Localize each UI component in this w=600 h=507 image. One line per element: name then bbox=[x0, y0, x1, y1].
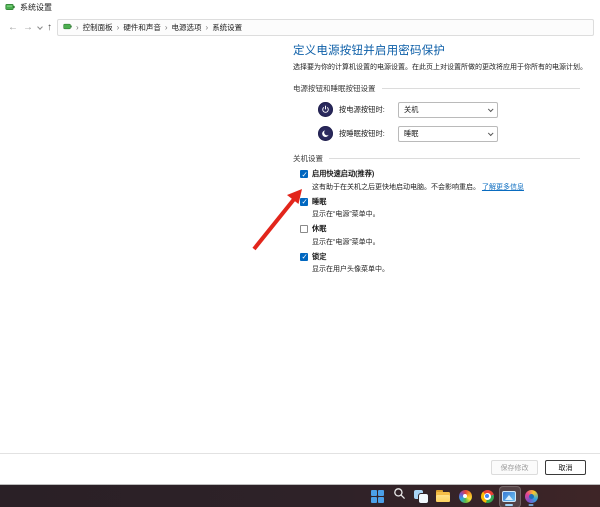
breadcrumb-control-panel[interactable]: 控制面板 bbox=[83, 22, 113, 33]
power-button-label: 按电源按钮时: bbox=[339, 105, 395, 115]
hibernate-description: 显示在“电源”菜单中。 bbox=[293, 237, 580, 247]
sleep-item: 睡眠 显示在“电源”菜单中。 bbox=[293, 197, 580, 220]
power-button-row: 按电源按钮时: 关机 bbox=[293, 101, 580, 118]
breadcrumb-separator: › bbox=[164, 23, 169, 32]
page-subtitle: 选择要为你的计算机设置的电源设置。在此页上对设置所做的更改将应用于你所有的电源计… bbox=[293, 62, 580, 72]
power-button-action-select[interactable]: 关机 bbox=[398, 102, 498, 118]
fast-startup-label[interactable]: 启用快速启动(推荐) bbox=[312, 169, 374, 179]
address-bar[interactable]: › 控制面板 › 硬件和声音 › 电源选项 › 系统设置 bbox=[57, 19, 594, 36]
running-app-indicator bbox=[529, 504, 534, 506]
breadcrumb-system-settings[interactable]: 系统设置 bbox=[212, 22, 242, 33]
breadcrumb-power-options[interactable]: 电源选项 bbox=[172, 22, 202, 33]
sleep-description: 显示在“电源”菜单中。 bbox=[293, 209, 580, 219]
window-title: 系统设置 bbox=[20, 2, 52, 13]
paint-icon[interactable] bbox=[520, 485, 542, 507]
hibernate-label[interactable]: 休眠 bbox=[312, 224, 326, 234]
page-title: 定义电源按钮并启用密码保护 bbox=[293, 42, 580, 58]
chrome-icon[interactable] bbox=[476, 485, 498, 507]
power-options-icon bbox=[5, 0, 15, 17]
power-button-icon bbox=[318, 102, 333, 117]
fast-startup-item: 启用快速启动(推荐) 这有助于在关机之后更快地启动电脑。不会影响重启。 了解更多… bbox=[293, 169, 580, 192]
search-icon[interactable] bbox=[388, 485, 410, 507]
lock-item: 锁定 显示在用户头像菜单中。 bbox=[293, 252, 580, 275]
back-icon[interactable]: ← bbox=[8, 23, 18, 33]
cancel-button[interactable]: 取消 bbox=[545, 460, 586, 475]
selected-value: 关机 bbox=[404, 105, 418, 115]
active-app-indicator bbox=[505, 504, 513, 506]
sleep-checkbox[interactable] bbox=[300, 198, 308, 206]
navigation-bar: ← → ↑ › 控制面板 › 硬件和声音 › 电源选项 › 系统设置 bbox=[0, 15, 600, 40]
task-view-icon[interactable] bbox=[410, 485, 432, 507]
start-icon[interactable] bbox=[366, 485, 388, 507]
chevron-down-icon bbox=[488, 130, 494, 136]
system-settings-window: 系统设置 ← → ↑ › 控制面板 › 硬件和声音 › 电源选项 › 系统设置 bbox=[0, 0, 600, 485]
forward-icon[interactable]: → bbox=[23, 23, 33, 33]
sleep-button-icon bbox=[318, 126, 333, 141]
power-options-icon bbox=[63, 22, 72, 33]
section-divider bbox=[329, 158, 580, 159]
fast-startup-description: 这有助于在关机之后更快地启动电脑。不会影响重启。 了解更多信息 bbox=[293, 182, 580, 192]
section-title: 电源按钮和睡眠按钮设置 bbox=[293, 83, 376, 94]
file-explorer-icon[interactable] bbox=[432, 485, 454, 507]
footer-divider bbox=[0, 453, 600, 454]
chevron-down-icon bbox=[488, 106, 494, 112]
section-shutdown-settings: 关机设置 bbox=[293, 153, 580, 164]
window-titlebar: 系统设置 bbox=[0, 0, 600, 15]
breadcrumb-separator: › bbox=[75, 23, 80, 32]
main-content: 定义电源按钮并启用密码保护 选择要为你的计算机设置的电源设置。在此页上对设置所做… bbox=[293, 42, 580, 274]
hibernate-item: 休眠 显示在“电源”菜单中。 bbox=[293, 224, 580, 247]
section-title: 关机设置 bbox=[293, 153, 323, 164]
learn-more-link[interactable]: 了解更多信息 bbox=[482, 184, 524, 191]
section-power-sleep-buttons: 电源按钮和睡眠按钮设置 bbox=[293, 83, 580, 94]
hibernate-checkbox[interactable] bbox=[300, 225, 308, 233]
taskbar-icons bbox=[366, 485, 542, 507]
save-changes-button[interactable]: 保存修改 bbox=[491, 460, 538, 475]
photos-icon[interactable] bbox=[454, 485, 476, 507]
screenshot-root: 系统设置 ← → ↑ › 控制面板 › 硬件和声音 › 电源选项 › 系统设置 bbox=[0, 0, 600, 507]
sleep-button-action-select[interactable]: 睡眠 bbox=[398, 126, 498, 142]
sleep-button-row: 按睡眠按钮时: 睡眠 bbox=[293, 125, 580, 142]
breadcrumb-separator: › bbox=[116, 23, 121, 32]
fast-startup-checkbox[interactable] bbox=[300, 170, 308, 178]
section-divider bbox=[382, 88, 581, 89]
sleep-button-label: 按睡眠按钮时: bbox=[339, 129, 395, 139]
image-viewer-icon[interactable] bbox=[498, 485, 520, 507]
lock-label[interactable]: 锁定 bbox=[312, 252, 326, 262]
breadcrumb-separator: › bbox=[205, 23, 210, 32]
lock-checkbox[interactable] bbox=[300, 253, 308, 261]
breadcrumb-hardware-sound[interactable]: 硬件和声音 bbox=[123, 22, 161, 33]
lock-description: 显示在用户头像菜单中。 bbox=[293, 264, 580, 274]
taskbar bbox=[0, 485, 600, 507]
up-icon[interactable]: ↑ bbox=[47, 23, 52, 33]
recent-pages-chevron-icon[interactable] bbox=[37, 24, 43, 30]
selected-value: 睡眠 bbox=[404, 129, 418, 139]
sleep-label[interactable]: 睡眠 bbox=[312, 197, 326, 207]
